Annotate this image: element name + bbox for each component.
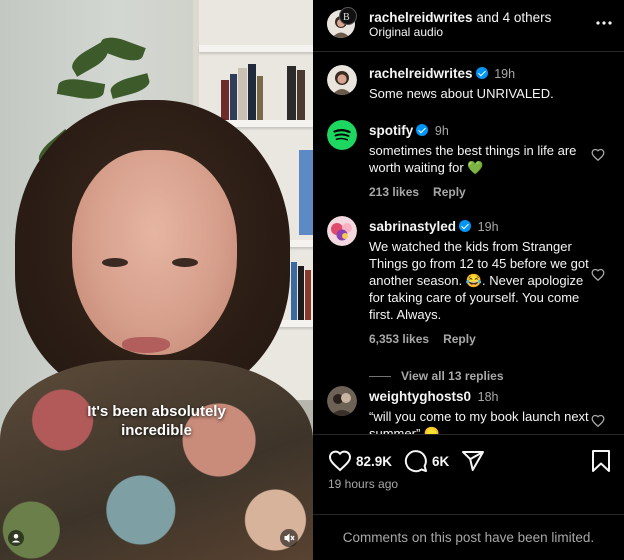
comment-body: spotify 9h sometimes the best things in … [369, 122, 589, 201]
comment-time[interactable]: 19h [478, 220, 499, 234]
comments-panel: B rachelreidwrites and 4 others Original… [313, 0, 624, 560]
mouth [122, 337, 170, 353]
verified-badge-icon [459, 220, 472, 232]
eye [102, 258, 128, 267]
comment-username[interactable]: weightyghosts0 [369, 389, 471, 404]
comments-limited-notice: Comments on this post have been limited. [313, 514, 624, 560]
actions-row: 82.9K 6K [328, 449, 485, 473]
weightyghosts0-avatar[interactable] [327, 386, 357, 416]
caption-line: incredible [121, 422, 192, 439]
spotify-avatar[interactable] [327, 120, 357, 150]
muted-speaker-icon[interactable] [279, 528, 299, 548]
reply-button[interactable]: Reply [443, 332, 476, 346]
comment-text: “will you come to my book launch next su… [369, 409, 589, 434]
eye [172, 258, 198, 267]
view-replies-button[interactable]: View all 13 replies [369, 368, 589, 385]
comment-likes[interactable]: 6,353 likes [369, 332, 429, 346]
header-username[interactable]: rachelreidwrites [369, 10, 473, 25]
comment-text: sometimes the best things in life are wo… [369, 143, 577, 175]
post-header: B rachelreidwrites and 4 others Original… [313, 0, 624, 52]
like-comment-heart-icon[interactable] [591, 414, 605, 428]
post-timestamp[interactable]: 19 hours ago [328, 477, 398, 491]
and-others-text[interactable]: and 4 others [473, 10, 551, 25]
book-row [221, 62, 311, 120]
more-icon[interactable] [594, 14, 614, 32]
shelf [199, 45, 313, 52]
video-caption: It's been absolutely incredible [0, 402, 313, 440]
save-bookmark-icon[interactable] [590, 449, 612, 473]
comment-bubble-icon[interactable] [404, 449, 428, 473]
verified-badge-icon [475, 67, 488, 79]
comment-body: weightyghosts0 18h “will you come to my … [369, 388, 589, 434]
comment-item: spotify 9h sometimes the best things in … [327, 120, 613, 200]
caption-post: rachelreidwrites 19h Some news about UNR… [327, 63, 613, 102]
comment-username[interactable]: spotify [369, 123, 413, 138]
comment-text: We watched the kids from Stranger Things… [369, 239, 589, 322]
comment-username[interactable]: sabrinastyled [369, 219, 456, 234]
comment-meta: 213 likes Reply [369, 184, 589, 201]
comment-time[interactable]: 9h [435, 124, 449, 138]
comment-item: weightyghosts0 18h “will you come to my … [327, 386, 613, 434]
comment-time[interactable]: 19h [494, 67, 515, 81]
comments-count[interactable]: 6K [432, 454, 449, 469]
comment-time[interactable]: 18h [478, 390, 499, 404]
share-send-icon[interactable] [461, 449, 485, 473]
person-face [72, 150, 237, 355]
like-comment-heart-icon[interactable] [591, 268, 605, 282]
book [299, 150, 313, 235]
audio-label[interactable]: Original audio [369, 25, 443, 39]
reply-button[interactable]: Reply [433, 185, 466, 199]
book-row [291, 260, 313, 320]
replies-line [369, 376, 391, 377]
reel-video[interactable]: It's been absolutely incredible [0, 0, 313, 560]
caption-text: Some news about UNRIVALED. [369, 86, 554, 101]
svg-text:B: B [343, 12, 350, 23]
like-comment-heart-icon[interactable] [591, 148, 605, 162]
view-replies-text[interactable]: View all 13 replies [401, 368, 504, 385]
sabrinastyled-avatar[interactable] [327, 216, 357, 246]
comment-meta: 6,353 likes Reply [369, 331, 589, 348]
comment-username[interactable]: rachelreidwrites [369, 66, 473, 81]
post-actions: 82.9K 6K 19 hours ago [313, 434, 624, 498]
comment-body: sabrinastyled 19h We watched the kids fr… [369, 218, 589, 385]
caption-body: rachelreidwrites 19h Some news about UNR… [369, 65, 589, 102]
author-avatar[interactable] [327, 65, 357, 95]
collab-avatar[interactable]: B [339, 7, 357, 25]
profile-icon[interactable] [6, 528, 26, 548]
likes-count[interactable]: 82.9K [356, 454, 392, 469]
like-heart-icon[interactable] [328, 449, 352, 473]
comment-item: sabrinastyled 19h We watched the kids fr… [327, 216, 613, 383]
floral-shirt [0, 360, 313, 560]
verified-badge-icon [416, 124, 429, 136]
caption-line: It's been absolutely [87, 403, 226, 420]
comment-likes[interactable]: 213 likes [369, 185, 419, 199]
